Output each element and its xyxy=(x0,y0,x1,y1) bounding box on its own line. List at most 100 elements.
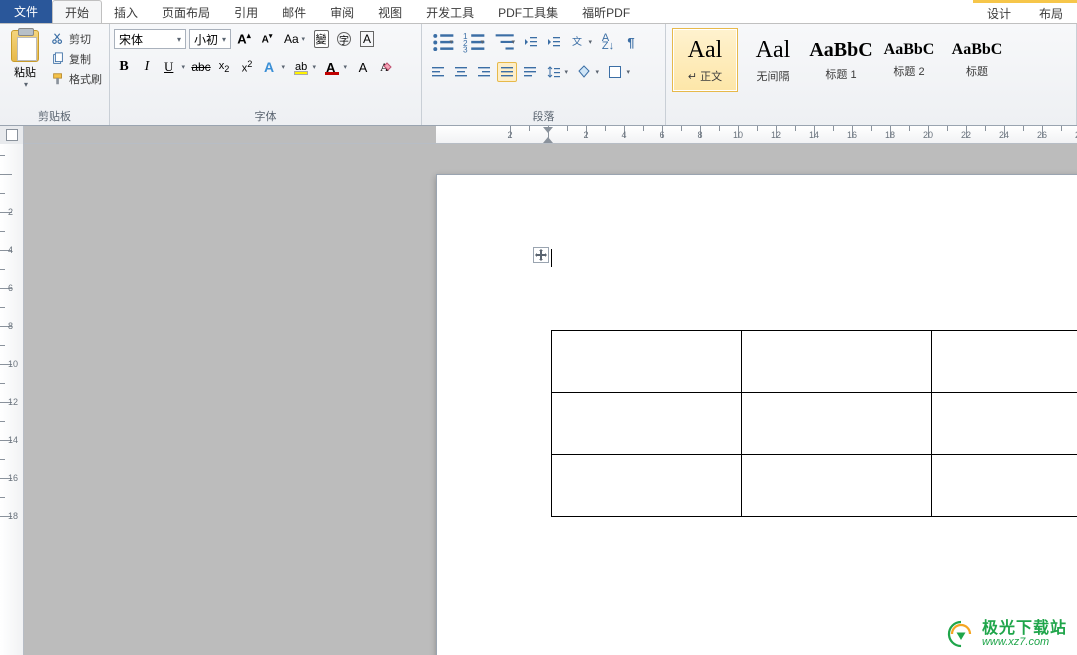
style-label: 无间隔 xyxy=(757,68,790,84)
shading-button[interactable]: ▾ xyxy=(574,62,602,82)
tab-PDF工具集[interactable]: PDF工具集 xyxy=(486,0,570,23)
paste-button[interactable]: 粘贴 ▾ xyxy=(4,26,46,93)
align-distribute-button[interactable] xyxy=(520,62,540,82)
char-border-button[interactable]: A xyxy=(357,29,377,49)
font-color-button[interactable]: A▾ xyxy=(322,57,350,77)
style-无间隔[interactable]: Aal无间隔 xyxy=(740,28,806,92)
underline-button[interactable]: U▾ xyxy=(160,57,188,77)
vertical-ruler[interactable]: 24681012141618 xyxy=(0,144,24,655)
strike-button[interactable]: abc xyxy=(191,57,211,77)
cut-label: 剪切 xyxy=(69,31,91,47)
line-spacing-button[interactable]: ▾ xyxy=(543,62,571,82)
clear-format-button[interactable]: A xyxy=(376,57,396,77)
table-cell[interactable] xyxy=(932,455,1077,517)
style-preview: Aal xyxy=(688,37,723,64)
move-icon xyxy=(535,249,547,261)
highlight-button[interactable]: ab▾ xyxy=(291,57,319,77)
paste-dropdown[interactable]: ▾ xyxy=(24,80,28,89)
style-preview: AaBbC xyxy=(884,41,935,59)
text-cursor xyxy=(551,249,552,267)
bold-button[interactable]: B xyxy=(114,57,134,77)
tab-插入[interactable]: 插入 xyxy=(102,0,150,23)
document-table[interactable] xyxy=(551,330,1077,517)
style-标题 1[interactable]: AaBbC标题 1 xyxy=(808,28,874,92)
document-canvas[interactable] xyxy=(24,144,1077,655)
align-left-icon xyxy=(431,65,445,79)
copy-icon xyxy=(51,52,65,66)
table-cell[interactable] xyxy=(552,331,742,393)
enclose-char-button[interactable]: 字 xyxy=(334,29,354,49)
font-name-combo[interactable]: 宋体▾ xyxy=(114,29,186,49)
table-cell[interactable] xyxy=(742,455,932,517)
sort-icon: AZ↓ xyxy=(602,34,614,50)
line-spacing-icon xyxy=(547,65,561,79)
style-preview: AaBbC xyxy=(952,41,1003,59)
table-cell[interactable] xyxy=(552,455,742,517)
context-tab-布局[interactable]: 布局 xyxy=(1025,3,1077,23)
watermark-logo-icon xyxy=(946,619,976,649)
ruler-gap xyxy=(24,126,436,143)
font-name-value: 宋体 xyxy=(119,31,143,48)
copy-button[interactable]: 复制 xyxy=(48,50,105,68)
dec-indent-button[interactable] xyxy=(521,32,541,52)
table-cell[interactable] xyxy=(932,331,1077,393)
font-size-combo[interactable]: 小初▾ xyxy=(189,29,231,49)
styles-gallery[interactable]: Aal↵ 正文Aal无间隔AaBbC标题 1AaBbC标题 2AaBbC标题 xyxy=(670,26,1072,92)
text-direction-button[interactable]: 文▾ xyxy=(567,32,595,52)
italic-button[interactable]: I xyxy=(137,57,157,77)
subscript-button[interactable]: x2 xyxy=(214,57,234,77)
horizontal-ruler[interactable]: 2246810121416182022242628303234363840 xyxy=(436,126,1077,143)
text-effects-button[interactable]: A▾ xyxy=(260,57,288,77)
inc-indent-button[interactable] xyxy=(544,32,564,52)
table-cell[interactable] xyxy=(552,393,742,455)
table-move-handle[interactable] xyxy=(533,247,549,263)
style-label: ↵ 正文 xyxy=(688,68,722,84)
grow-font-button[interactable]: A▴ xyxy=(234,29,254,49)
style-标题 2[interactable]: AaBbC 标题 2 xyxy=(876,28,942,92)
tab-邮件[interactable]: 邮件 xyxy=(270,0,318,23)
style-正文[interactable]: Aal ↵ 正文 xyxy=(672,28,738,92)
tab-selector[interactable] xyxy=(0,126,24,144)
ruler-row: 2246810121416182022242628303234363840 xyxy=(0,126,1077,144)
main-tabs: 开始插入页面布局引用邮件审阅视图开发工具PDF工具集福昕PDF xyxy=(52,0,642,23)
align-left-button[interactable] xyxy=(428,62,448,82)
superscript-button[interactable]: x2 xyxy=(237,57,257,77)
numbering-button[interactable]: 123▾ xyxy=(459,32,487,52)
table-cell[interactable] xyxy=(742,331,932,393)
bullets-button[interactable]: ▾ xyxy=(428,32,456,52)
style-标题[interactable]: AaBbC标题 xyxy=(944,28,1010,92)
align-justify-button[interactable] xyxy=(497,62,517,82)
copy-label: 复制 xyxy=(69,51,91,67)
phonetic-guide-button[interactable]: 變 xyxy=(311,29,331,49)
align-center-button[interactable] xyxy=(451,62,471,82)
styles-group-label xyxy=(670,92,1072,106)
table-cell[interactable] xyxy=(742,393,932,455)
tab-福昕PDF[interactable]: 福昕PDF xyxy=(570,0,642,23)
shrink-font-button[interactable]: A▾ xyxy=(257,29,277,49)
multilevel-button[interactable]: ▾ xyxy=(490,32,518,52)
tab-页面布局[interactable]: 页面布局 xyxy=(150,0,222,23)
align-right-button[interactable] xyxy=(474,62,494,82)
show-marks-button[interactable]: ¶ xyxy=(621,32,641,52)
style-label: 标题 1 xyxy=(825,66,856,82)
tab-file[interactable]: 文件 xyxy=(0,0,52,23)
tab-审阅[interactable]: 审阅 xyxy=(318,0,366,23)
cut-button[interactable]: 剪切 xyxy=(48,30,105,48)
format-painter-button[interactable]: 格式刷 xyxy=(48,70,105,88)
align-center-icon xyxy=(454,65,468,79)
scissors-icon xyxy=(51,32,65,46)
tab-视图[interactable]: 视图 xyxy=(366,0,414,23)
change-case-button[interactable]: Aa▾ xyxy=(280,29,308,49)
brush-icon xyxy=(51,72,65,86)
table-cell[interactable] xyxy=(932,393,1077,455)
clipboard-group-label: 剪贴板 xyxy=(4,106,105,124)
watermark: 极光下载站 www.xz7.com xyxy=(946,619,1067,649)
sort-button[interactable]: AZ↓ xyxy=(598,32,618,52)
context-tab-设计[interactable]: 设计 xyxy=(973,3,1025,23)
style-label: 标题 2 xyxy=(893,63,924,79)
borders-button[interactable]: ▾ xyxy=(605,62,633,82)
char-shading-button[interactable]: A xyxy=(353,57,373,77)
tab-开发工具[interactable]: 开发工具 xyxy=(414,0,486,23)
tab-开始[interactable]: 开始 xyxy=(52,0,102,23)
tab-引用[interactable]: 引用 xyxy=(222,0,270,23)
